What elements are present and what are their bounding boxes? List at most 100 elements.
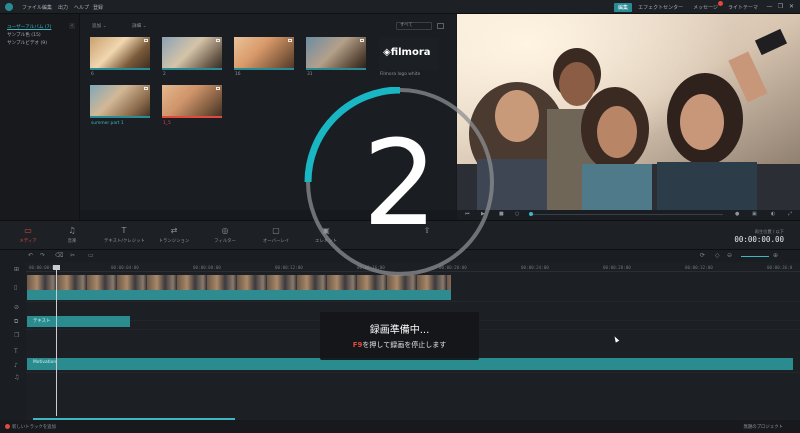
loop-icon[interactable]: ○ [515,211,519,217]
tab-messages[interactable]: メッセージ [689,1,723,12]
thumb-bar [90,116,150,118]
media-label: 31 [307,72,313,77]
ruler-tick: 00:00:32:00 [685,265,713,270]
tool-filter[interactable]: ◎ フィルター [205,226,245,244]
link-icon[interactable]: ⊘ [14,304,19,311]
tool-transition[interactable]: ⇄ トランジション [154,226,194,244]
media-label: 2 [163,72,166,77]
tool-media[interactable]: ▭ メディア [8,226,48,244]
thumb-bar [162,68,222,70]
tab-effect-center[interactable]: エフェクトセンター [634,3,687,12]
mark-icon[interactable]: ◇ [715,252,720,259]
filmora-logo: ◈filmora [383,47,431,58]
folder-sample-videos[interactable]: サンプルビデオ (9) [7,40,47,46]
add-track-button[interactable]: 新しいトラックを追加 [12,424,56,430]
media-thumbnail-16[interactable] [234,37,294,70]
ruler-tick: 00:00:36:0 [767,265,793,270]
tool-label: トランジション [158,239,190,244]
undo-icon[interactable]: ↶ [28,252,33,259]
thumb-bar [162,116,222,118]
thumb-bar [90,68,150,70]
grid-view-icon[interactable] [437,23,444,29]
view-dropdown[interactable]: 詳細 ⌄ [132,23,147,30]
video-icon [144,39,148,42]
video-track-icon: ▯ [14,284,18,291]
chevron-down-icon: ⌄ [142,24,147,29]
media-thumbnail-summer-part-1[interactable] [90,85,150,118]
playhead[interactable] [56,266,57,416]
media-label: summer part 1 [91,121,124,126]
preview-progress-handle[interactable] [529,212,533,216]
media-thumbnail-2[interactable] [162,37,222,70]
minimize-button[interactable]: — [766,3,773,10]
media-thumbnail-6[interactable] [90,37,150,70]
tab-light-theme[interactable]: ライトテーマ [724,3,762,12]
media-thumbnail-1-5[interactable] [162,85,222,118]
video-icon [216,39,220,42]
media-thumbnail-31[interactable] [306,37,366,70]
sort-dropdown-label: 追加 [92,24,102,29]
delete-icon[interactable]: ⌫ [55,252,63,259]
snapshot-icon[interactable]: ▣ [752,211,757,217]
ruler-tick: 00:00:28:00 [603,265,631,270]
recording-dialog: 録画準備中... F9を押して録画を停止します [320,312,479,360]
add-icon[interactable] [5,424,10,429]
video-clip[interactable] [27,275,451,300]
preview-controls [457,210,800,220]
fullscreen-icon[interactable]: ⤢ [788,211,792,217]
zoom-out-icon[interactable]: ⊖ [727,252,732,259]
library-sidebar: ユーザーアルバム (7) サンプル色 (15) サンプルビデオ (9) ‹ [0,14,80,224]
text-icon: T [121,226,127,235]
tool-music[interactable]: ♫ 音楽 [52,226,92,244]
thumb-bar [234,68,294,70]
tool-overlay[interactable]: ▢ オーバーレイ [256,226,296,244]
menu-export[interactable]: 出力 [58,4,68,11]
text-clip[interactable]: テキスト [27,316,130,327]
hotkey: F9 [352,341,363,349]
volume-icon[interactable]: ◐ [771,211,775,217]
collapse-icon[interactable]: ‹ [69,23,75,29]
preview-progress-bar[interactable] [530,214,723,215]
transition-icon: ⇄ [170,226,178,235]
menu-help[interactable]: ヘルプ [74,4,89,11]
folder-icon: ▭ [24,226,32,235]
redo-icon[interactable]: ↷ [40,252,45,259]
overlay-track-icon: ⧉ [14,318,19,325]
thumb-bar [306,68,366,70]
filmora-logo-mark: ◈ [383,47,391,58]
tool-label: フィルター [214,239,236,244]
status-bar: 新しいトラックを追加 無題のプロジェクト [0,421,800,433]
media-thumbnail-filmora-logo[interactable]: ◈filmora [379,37,439,70]
maximize-button[interactable]: ❐ [777,3,784,10]
app-logo [5,3,13,11]
close-button[interactable]: ✕ [788,3,795,10]
preview-player[interactable] [457,14,800,210]
folder-sample-colors[interactable]: サンプル色 (15) [7,32,41,38]
text-clip-label: テキスト [33,319,51,324]
track-header-column: ⊞ ▯ ⊘ ⧉ ❐ T ♪ ♫ [0,262,26,420]
menu-file[interactable]: ファイル [22,4,42,11]
overlay-icon: ▢ [272,226,280,235]
timeline-scrollbar[interactable] [33,418,235,420]
tab-messages-label: メッセージ [693,5,718,11]
microphone-icon[interactable]: ● [735,211,739,217]
zoom-in-icon[interactable]: ⊕ [773,252,778,259]
crop-icon[interactable]: ▭ [88,252,94,259]
audio-clip-label: Motivation [33,360,57,365]
tool-text[interactable]: T テキスト/クレジット [104,226,145,244]
project-name: 無題のプロジェクト [743,425,783,430]
sort-dropdown[interactable]: 追加 ⌄ [92,23,107,30]
render-icon[interactable]: ⟳ [700,252,705,259]
menu-register[interactable]: 登録 [93,4,103,11]
current-time: 00:00:00.00 [734,235,784,244]
music-track-icon: ♫ [14,374,20,381]
tab-edit[interactable]: 編集 [614,3,633,12]
cut-icon[interactable]: ✂ [70,252,75,259]
add-track-icon[interactable]: ⊞ [14,266,19,273]
menu-edit[interactable]: 編集 [42,4,52,11]
preview-frame [457,14,800,210]
zoom-slider[interactable] [741,256,769,257]
media-label: Filmora logo white [380,72,421,77]
search-input[interactable]: すべて [396,22,432,30]
folder-user-album[interactable]: ユーザーアルバム (7) [7,24,51,30]
